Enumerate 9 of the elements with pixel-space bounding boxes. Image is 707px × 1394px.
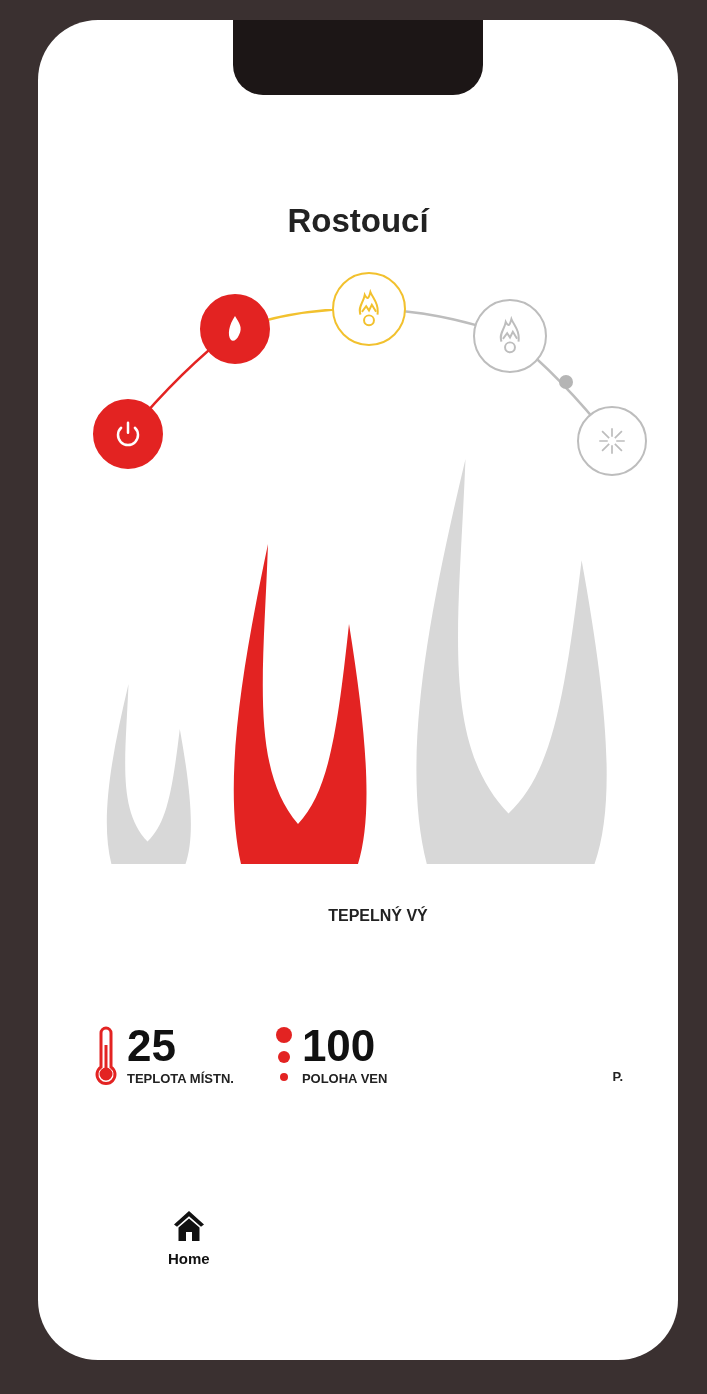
heat-output-label: TEPELNÝ VÝ (328, 905, 428, 926)
stat-label: POLOHA VEN (301, 1069, 388, 1088)
stat-value: 100 (301, 1022, 377, 1069)
thermometer-icon (93, 1025, 119, 1086)
stat-label: TEPLOTA MÍSTN. (127, 1069, 234, 1088)
home-tab[interactable]: Home (168, 1208, 210, 1271)
stat-value: 25 (127, 1022, 177, 1069)
mode-title: Rostoucí (287, 201, 429, 241)
stat-label: P. (612, 1067, 623, 1086)
